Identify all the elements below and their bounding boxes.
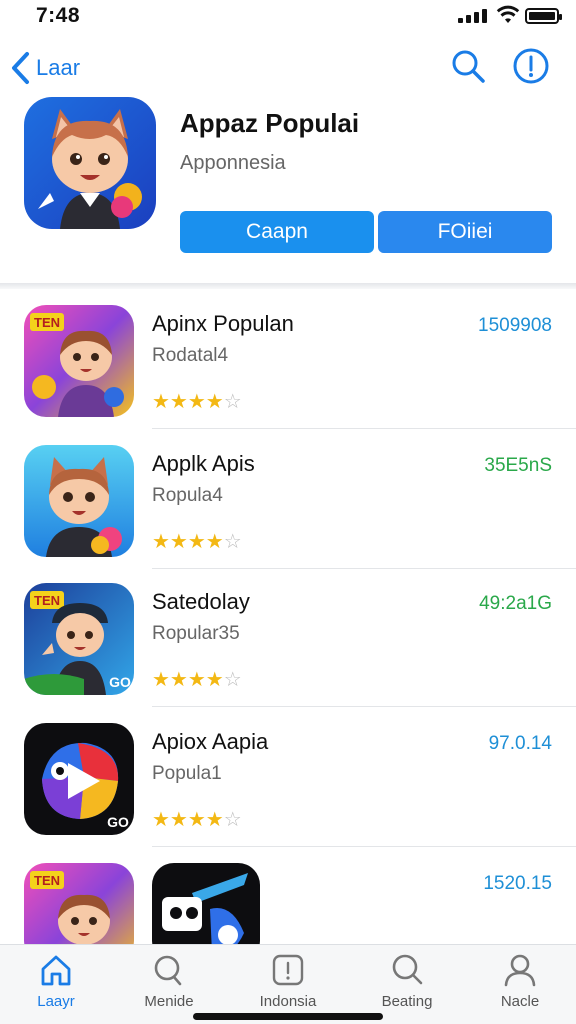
featured-app-icon[interactable]	[24, 97, 156, 229]
tab-info[interactable]: Indonsia	[238, 953, 338, 1017]
home-icon	[41, 955, 71, 986]
nav-bar: Laar	[0, 40, 576, 94]
tab-label: Nacle	[500, 993, 540, 1010]
star-rating: ★★★★☆	[152, 391, 242, 413]
app-icon: TEN GO	[24, 583, 134, 695]
featured-app-subtitle: Apponnesia	[180, 152, 286, 174]
search-icon	[154, 955, 182, 986]
app-name: Apinx Populan	[152, 311, 294, 336]
app-subtitle: Rodatal4	[152, 345, 229, 366]
app-value: 49:2a1G	[479, 593, 552, 614]
list-item[interactable]: TEN Apinx Populan Rodatal4 ★★★★☆ 1509908	[0, 289, 576, 429]
tab-label: Beating	[381, 993, 433, 1010]
tab-label: Indonsia	[259, 993, 317, 1010]
app-badge: TEN	[34, 593, 60, 608]
star-rating: ★★★★☆	[152, 809, 242, 831]
tab-search[interactable]: Menide	[119, 953, 219, 1017]
person-icon	[504, 954, 536, 987]
battery-icon	[525, 8, 562, 24]
back-button[interactable]: Laar	[8, 48, 80, 88]
tab-search-2[interactable]: Beating	[357, 953, 457, 1017]
app-icon	[24, 445, 134, 557]
back-label: Laar	[36, 55, 81, 80]
search-icon	[392, 954, 423, 985]
home-indicator	[193, 1013, 383, 1020]
app-value: 1520.15	[483, 873, 552, 894]
get-button[interactable]: Caapn	[180, 211, 374, 253]
app-name: Applk Apis	[152, 451, 255, 476]
app-value: 97.0.14	[488, 733, 552, 754]
tab-label: Laayr	[37, 993, 75, 1010]
tab-profile[interactable]: Nacle	[470, 953, 570, 1017]
app-subtitle: Popula1	[152, 763, 222, 784]
star-rating: ★★★★☆	[152, 531, 242, 553]
featured-app-title: Appaz Populai	[180, 108, 360, 138]
app-value: 1509908	[478, 315, 552, 336]
app-badge: TEN	[34, 315, 60, 330]
info-icon[interactable]	[511, 46, 551, 86]
app-corner-label: GO	[107, 814, 129, 830]
app-value: 35E5nS	[484, 455, 552, 476]
info-icon	[272, 954, 304, 986]
app-name: Apiox Aapia	[152, 729, 269, 754]
app-name: Satedolay	[152, 589, 250, 614]
star-rating: ★★★★☆	[152, 669, 242, 691]
wifi-icon	[496, 5, 520, 23]
tab-bar: Laayr Menide Indonsia Beating Nacle	[0, 944, 576, 1024]
app-corner-label: GO	[109, 674, 131, 690]
follow-button[interactable]: FOiiei	[378, 211, 552, 253]
app-icon: TEN	[24, 305, 134, 417]
chevron-left-icon	[12, 52, 29, 84]
app-badge: TEN	[34, 873, 60, 888]
list-item[interactable]: GO Apiox Aapia Popula1 ★★★★☆ 97.0.14	[0, 707, 576, 847]
status-time: 7:48	[36, 4, 81, 27]
app-icon: GO	[24, 723, 134, 835]
tab-label: Menide	[144, 993, 194, 1010]
signal-icon	[458, 9, 488, 23]
app-subtitle: Ropular35	[152, 623, 240, 644]
featured-app: Appaz Populai Apponnesia Caapn FOiiei	[0, 94, 576, 286]
list-item[interactable]: TEN GO Satedolay Ropular35 ★★★★☆ 49:2a1G	[0, 567, 576, 707]
list-item[interactable]: Applk Apis Ropula4 ★★★★☆ 35E5nS	[0, 429, 576, 569]
app-subtitle: Ropula4	[152, 485, 223, 506]
status-bar: 7:48	[0, 0, 576, 36]
search-icon[interactable]	[448, 46, 488, 86]
tab-home[interactable]: Laayr	[6, 953, 106, 1017]
